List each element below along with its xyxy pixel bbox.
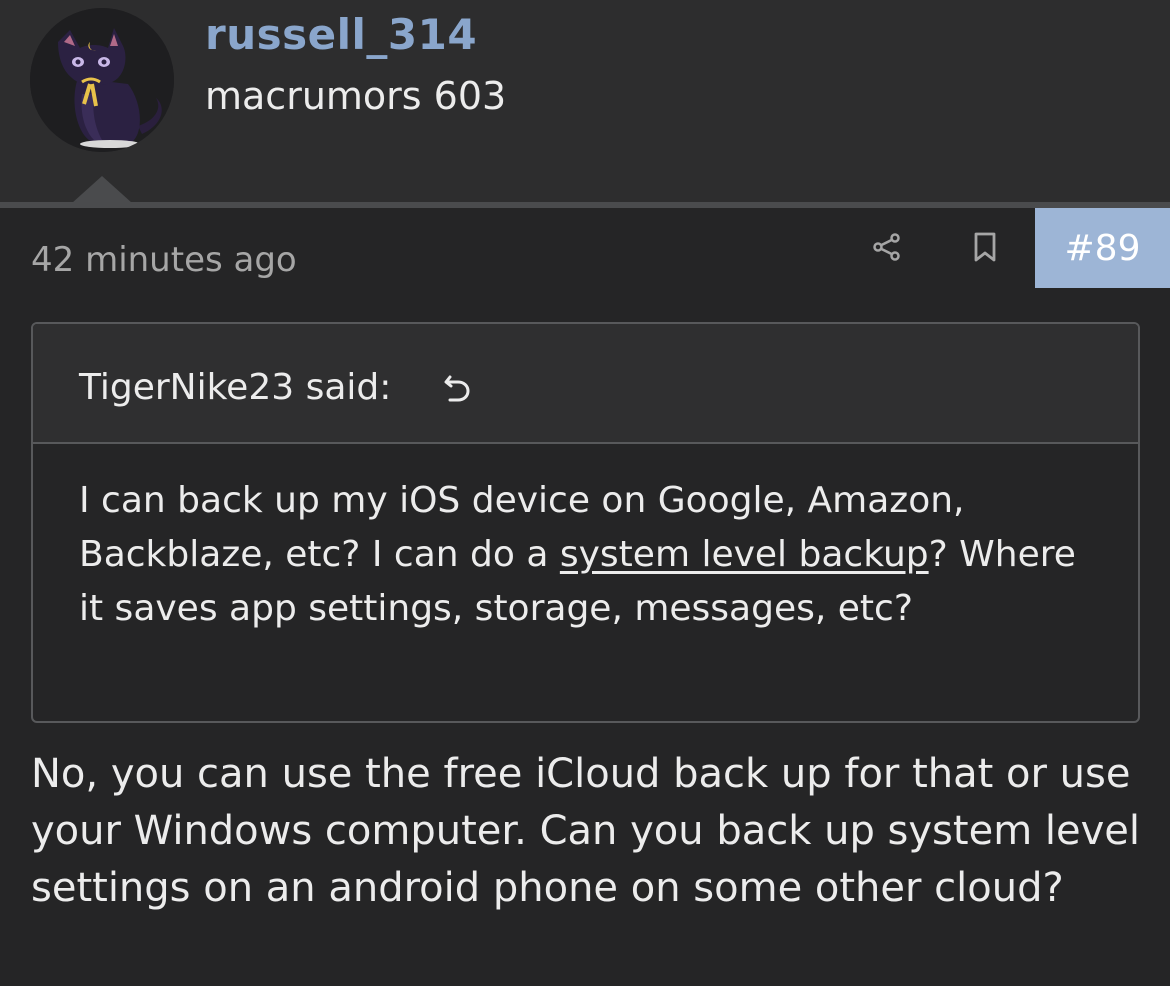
username-link[interactable]: russell_314 — [205, 10, 477, 59]
quote-author[interactable]: TigerNike23 said: — [79, 367, 391, 408]
quote-text: I can back up my iOS device on Google, A… — [79, 474, 1099, 636]
post-number-link[interactable]: #89 — [1035, 208, 1170, 288]
post-page: russell_314 macrumors 603 42 minutes ago… — [0, 0, 1170, 986]
system-level-backup-link[interactable]: system level backup — [560, 534, 929, 575]
header-divider — [0, 202, 1170, 208]
reply-text: No, you can use the free iCloud back up … — [31, 751, 1140, 911]
user-title: macrumors 603 — [205, 74, 507, 118]
black-cat-avatar-image — [30, 8, 174, 152]
bookmark-button[interactable] — [964, 226, 1006, 268]
share-icon — [873, 233, 900, 261]
share-button[interactable] — [866, 226, 908, 268]
bookmark-icon — [974, 232, 996, 262]
header-pointer-arrow — [72, 176, 132, 203]
quote-block: TigerNike23 said: I can back up my iOS d… — [31, 322, 1140, 723]
user-header: russell_314 macrumors 603 — [0, 0, 1170, 203]
post-timestamp[interactable]: 42 minutes ago — [31, 240, 297, 280]
avatar[interactable] — [30, 8, 174, 152]
quote-header[interactable]: TigerNike23 said: — [33, 324, 1138, 444]
return-arrow-icon[interactable] — [440, 368, 476, 404]
